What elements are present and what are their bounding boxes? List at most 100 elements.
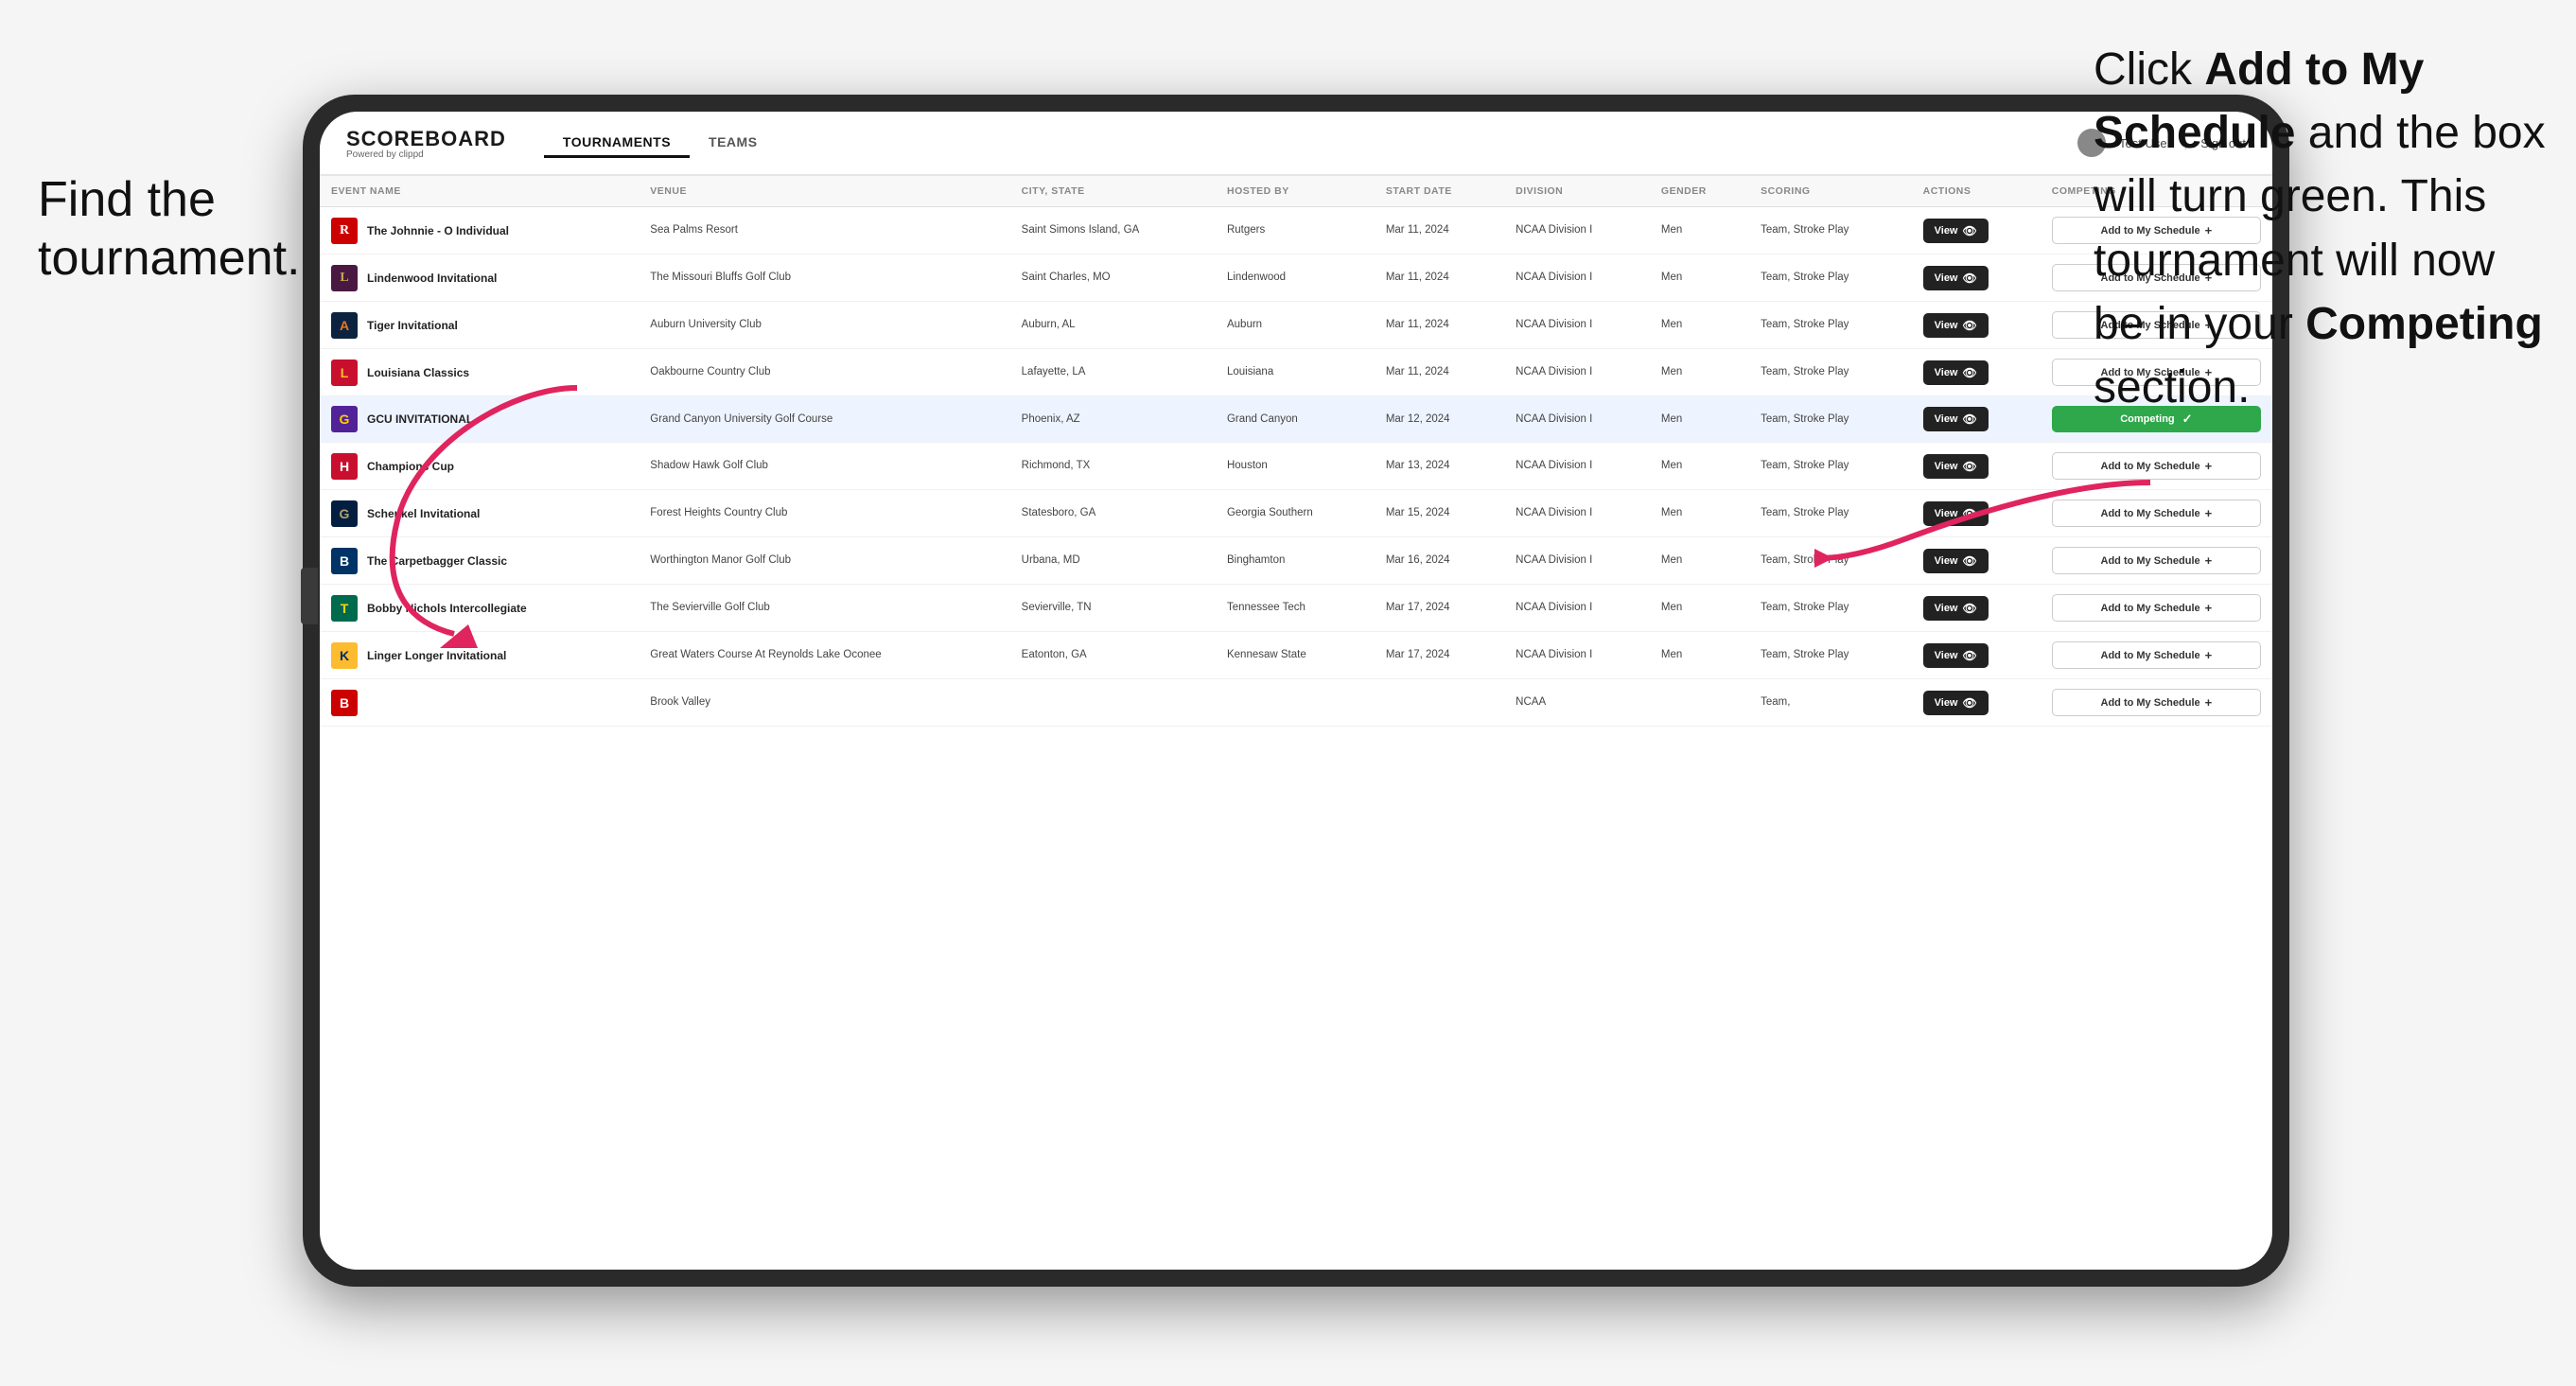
annotation-right: Click Add to My Schedule and the box wil… [2094, 38, 2548, 419]
view-button[interactable]: View 👁 [1923, 407, 1989, 431]
cell-value: Team, Stroke Play [1761, 224, 1849, 236]
table-container: EVENT NAME VENUE CITY, STATE HOSTED BY S… [320, 176, 2272, 1270]
cell-value: Mar 11, 2024 [1386, 319, 1449, 330]
plus-icon [2205, 601, 2213, 615]
view-button[interactable]: View 👁 [1923, 219, 1989, 243]
cell-value: Worthington Manor Golf Club [650, 554, 791, 566]
team-logo: B [331, 690, 358, 716]
tab-teams[interactable]: TEAMS [690, 129, 777, 158]
cell-value: Team, Stroke Play [1761, 413, 1849, 425]
cell-value: Brook Valley [650, 696, 710, 708]
cell-value: Men [1661, 272, 1682, 283]
cell-value: Team, [1761, 696, 1790, 708]
eye-icon: 👁 [1963, 649, 1977, 662]
event-name: Tiger Invitational [367, 319, 458, 332]
cell-value: NCAA Division I [1516, 319, 1592, 330]
cell-value: Team, Stroke Play [1761, 272, 1849, 283]
view-button[interactable]: View 👁 [1923, 360, 1989, 385]
cell-value: Grand Canyon [1227, 413, 1298, 425]
cell-value: Binghamton [1227, 554, 1285, 566]
table-row: L Lindenwood Invitational The Missouri B… [320, 254, 2272, 302]
cell-value: Louisiana [1227, 366, 1273, 377]
cell-value: Auburn, AL [1022, 319, 1076, 330]
cell-value: Saint Simons Island, GA [1022, 224, 1140, 236]
add-schedule-button[interactable]: Add to My Schedule [2052, 689, 2261, 716]
arrow-left [227, 369, 624, 653]
cell-value: Team, Stroke Play [1761, 366, 1849, 377]
nav-tabs: TOURNAMENTS TEAMS [544, 129, 777, 158]
eye-icon: 👁 [1963, 366, 1977, 379]
add-schedule-button[interactable]: Add to My Schedule [2052, 594, 2261, 622]
table-row: A Tiger Invitational Auburn University C… [320, 302, 2272, 349]
view-label: View [1935, 603, 1958, 614]
logo-subtitle: Powered by clippd [346, 149, 506, 160]
cell-value: Mar 17, 2024 [1386, 649, 1450, 660]
add-schedule-label: Add to My Schedule [2101, 650, 2200, 661]
cell-value: NCAA Division I [1516, 272, 1592, 283]
add-schedule-button[interactable]: Add to My Schedule [2052, 641, 2261, 669]
cell-value: NCAA Division I [1516, 554, 1592, 566]
app-logo: SCOREBOARD [346, 127, 506, 151]
col-venue: VENUE [639, 176, 1009, 207]
plus-icon [2205, 506, 2213, 520]
tab-tournaments[interactable]: TOURNAMENTS [544, 129, 690, 158]
plus-icon [2205, 553, 2213, 568]
cell-value: Auburn University Club [650, 319, 762, 330]
add-schedule-label: Add to My Schedule [2101, 697, 2200, 709]
plus-icon [2205, 459, 2213, 473]
table-row: R The Johnnie - O Individual Sea Palms R… [320, 207, 2272, 254]
cell-value: Mar 16, 2024 [1386, 554, 1450, 566]
cell-value: Team, Stroke Play [1761, 602, 1849, 613]
cell-value: NCAA Division I [1516, 224, 1592, 236]
cell-value: NCAA Division I [1516, 460, 1592, 471]
cell-value: Sea Palms Resort [650, 224, 738, 236]
cell-value: Great Waters Course At Reynolds Lake Oco… [650, 649, 881, 660]
view-label: View [1935, 413, 1958, 425]
col-gender: GENDER [1650, 176, 1749, 207]
col-scoring: SCORING [1749, 176, 1912, 207]
event-name: The Johnnie - O Individual [367, 224, 509, 237]
arrow-right [1810, 464, 2169, 577]
view-button[interactable]: View 👁 [1923, 643, 1989, 668]
col-start-date: START DATE [1375, 176, 1504, 207]
cell-value: Auburn [1227, 319, 1262, 330]
view-label: View [1935, 272, 1958, 284]
annotation-left: Find the tournament. [38, 170, 301, 289]
cell-value: NCAA Division I [1516, 602, 1592, 613]
col-hosted-by: HOSTED BY [1216, 176, 1375, 207]
cell-value: Mar 13, 2024 [1386, 460, 1450, 471]
cell-value: Men [1661, 507, 1682, 518]
cell-value: Mar 12, 2024 [1386, 413, 1450, 425]
cell-value: Mar 11, 2024 [1386, 366, 1449, 377]
cell-value: Men [1661, 460, 1682, 471]
cell-value: Georgia Southern [1227, 507, 1313, 518]
cell-value: Statesboro, GA [1022, 507, 1096, 518]
view-label: View [1935, 367, 1958, 378]
logo-area: SCOREBOARD Powered by clippd [346, 127, 506, 160]
plus-icon [2205, 648, 2213, 662]
cell-value: NCAA Division I [1516, 649, 1592, 660]
cell-value: NCAA Division I [1516, 413, 1592, 425]
eye-icon: 👁 [1963, 602, 1977, 615]
cell-value: Team, Stroke Play [1761, 319, 1849, 330]
view-button[interactable]: View 👁 [1923, 596, 1989, 621]
cell-value: Shadow Hawk Golf Club [650, 460, 768, 471]
cell-value: Richmond, TX [1022, 460, 1091, 471]
col-actions: ACTIONS [1912, 176, 2041, 207]
view-button[interactable]: View 👁 [1923, 266, 1989, 290]
cell-value: Forest Heights Country Club [650, 507, 787, 518]
cell-value: Mar 11, 2024 [1386, 224, 1449, 236]
cell-value: NCAA [1516, 696, 1546, 708]
cell-value: Mar 17, 2024 [1386, 602, 1450, 613]
table-header-row: EVENT NAME VENUE CITY, STATE HOSTED BY S… [320, 176, 2272, 207]
cell-value: Men [1661, 602, 1682, 613]
view-button[interactable]: View 👁 [1923, 313, 1989, 338]
cell-value: Lafayette, LA [1022, 366, 1086, 377]
col-event-name: EVENT NAME [320, 176, 639, 207]
cell-value: Lindenwood [1227, 272, 1286, 283]
cell-value: Mar 15, 2024 [1386, 507, 1450, 518]
view-button[interactable]: View 👁 [1923, 691, 1989, 715]
cell-value: Men [1661, 649, 1682, 660]
cell-value: NCAA Division I [1516, 366, 1592, 377]
cell-value: Men [1661, 366, 1682, 377]
